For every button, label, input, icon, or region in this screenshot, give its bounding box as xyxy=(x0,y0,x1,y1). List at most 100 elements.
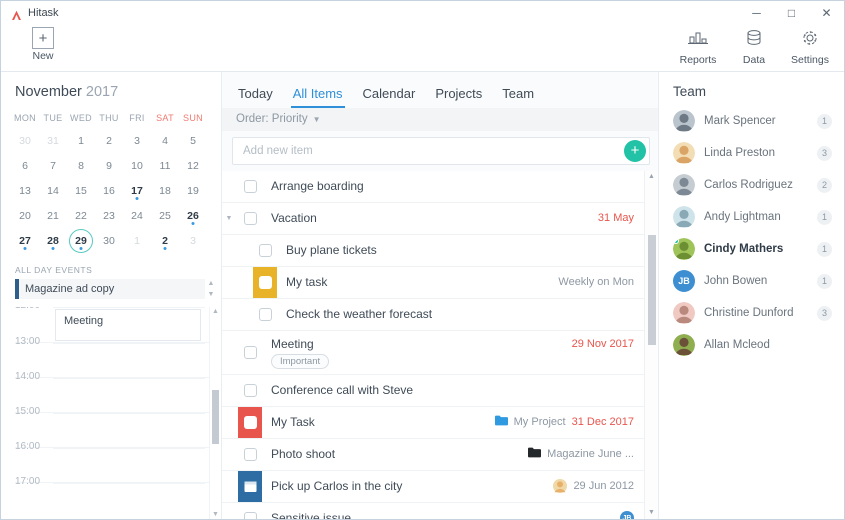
minimize-button[interactable]: ─ xyxy=(739,1,774,25)
list-item[interactable]: Christine Dunford 3 xyxy=(659,297,844,329)
table-row[interactable]: ▼ Vacation 31 May xyxy=(222,203,644,235)
checkbox-icon[interactable] xyxy=(243,511,257,519)
task-checkbox[interactable] xyxy=(238,375,262,406)
calendar-day-23[interactable]: 23 xyxy=(95,203,123,228)
table-row[interactable]: Meeting 29 Nov 2017 Important xyxy=(222,331,644,375)
calendar-day-26[interactable]: 26 xyxy=(179,203,207,228)
hour-row-1500[interactable]: 15:00 xyxy=(15,406,209,447)
list-item[interactable]: Linda Preston 3 xyxy=(659,137,844,169)
calendar-day-27[interactable]: 27 xyxy=(11,228,39,253)
task-checkbox[interactable] xyxy=(238,470,262,502)
checkbox-icon[interactable] xyxy=(258,243,272,257)
task-project-name[interactable]: Magazine June ... xyxy=(547,448,634,460)
table-row[interactable]: My task Weekly on Mon xyxy=(222,266,644,299)
all-day-scrollbar[interactable]: ▲ ▼ xyxy=(205,279,217,299)
scrollbar-track[interactable] xyxy=(212,316,219,510)
calendar-day-9[interactable]: 9 xyxy=(95,153,123,178)
calendar-day-10[interactable]: 10 xyxy=(123,153,151,178)
maximize-button[interactable]: □ xyxy=(774,1,809,25)
calendar-day-31[interactable]: 31 xyxy=(39,128,67,153)
calendar-day-18[interactable]: 18 xyxy=(151,178,179,203)
calendar-day-28[interactable]: 28 xyxy=(39,228,67,253)
calendar-day-16[interactable]: 16 xyxy=(95,178,123,203)
close-button[interactable]: ✕ xyxy=(809,1,844,25)
status-badge[interactable]: Important xyxy=(271,353,330,369)
calendar-day-11[interactable]: 11 xyxy=(151,153,179,178)
scroll-up-icon[interactable]: ▲ xyxy=(212,307,219,316)
scrollbar-track[interactable] xyxy=(647,183,656,507)
calendar-day-13[interactable]: 13 xyxy=(11,178,39,203)
task-assignee-avatar[interactable]: JB xyxy=(620,511,634,519)
checkbox-icon[interactable] xyxy=(243,345,257,359)
hour-row-1700[interactable]: 17:00 xyxy=(15,476,209,517)
calendar-day-4[interactable]: 4 xyxy=(151,128,179,153)
scroll-up-icon[interactable]: ▲ xyxy=(648,173,655,181)
calendar-day-17[interactable]: 17 xyxy=(123,178,151,203)
table-row[interactable]: Check the weather forecast xyxy=(222,299,644,331)
task-checkbox[interactable] xyxy=(238,406,262,438)
calendar-day-22[interactable]: 22 xyxy=(67,203,95,228)
calendar-day-20[interactable]: 20 xyxy=(11,203,39,228)
tab-calendar[interactable]: Calendar xyxy=(353,86,426,108)
scroll-down-icon[interactable]: ▼ xyxy=(208,290,215,299)
tab-all-items[interactable]: All Items xyxy=(283,86,353,108)
table-row[interactable]: Photo shoot Magazine June ... xyxy=(222,439,644,471)
scroll-down-icon[interactable]: ▼ xyxy=(648,509,655,517)
table-row[interactable]: Conference call with Steve xyxy=(222,375,644,407)
task-checkbox[interactable] xyxy=(253,266,277,298)
calendar-day-14[interactable]: 14 xyxy=(39,178,67,203)
all-day-event[interactable]: Magazine ad copy xyxy=(15,279,205,299)
table-row[interactable]: Buy plane tickets xyxy=(222,235,644,267)
scroll-down-icon[interactable]: ▼ xyxy=(212,510,219,519)
tab-projects[interactable]: Projects xyxy=(425,86,492,108)
list-item[interactable]: Allan Mcleod xyxy=(659,329,844,361)
checkbox-icon[interactable] xyxy=(243,415,257,429)
calendar-day-2[interactable]: 2 xyxy=(95,128,123,153)
chevron-down-icon[interactable]: ▼ xyxy=(222,215,236,222)
task-checkbox[interactable] xyxy=(238,503,262,519)
calendar-day-1[interactable]: 1 xyxy=(123,228,151,253)
reports-button[interactable]: Reports xyxy=(670,26,726,66)
scroll-up-icon[interactable]: ▲ xyxy=(208,279,215,288)
list-item[interactable]: Andy Lightman 1 xyxy=(659,201,844,233)
calendar-day-21[interactable]: 21 xyxy=(39,203,67,228)
task-checkbox[interactable] xyxy=(238,337,262,368)
checkbox-icon[interactable] xyxy=(243,383,257,397)
calendar-day-25[interactable]: 25 xyxy=(151,203,179,228)
order-dropdown[interactable]: Order: Priority ▼ xyxy=(222,108,658,131)
checkbox-icon[interactable] xyxy=(258,307,272,321)
table-row[interactable]: Sensitive issue JB xyxy=(222,503,644,519)
scrollbar-thumb[interactable] xyxy=(212,389,219,445)
calendar-day-24[interactable]: 24 xyxy=(123,203,151,228)
calendar-day-3[interactable]: 3 xyxy=(179,228,207,253)
checkbox-icon[interactable] xyxy=(243,447,257,461)
task-checkbox[interactable] xyxy=(238,171,262,202)
timed-event-meeting[interactable]: Meeting xyxy=(55,309,201,341)
table-row[interactable]: My Task My Project 31 Dec 2017 xyxy=(222,406,644,439)
task-checkbox[interactable] xyxy=(253,235,277,266)
list-item[interactable]: Carlos Rodriguez 2 xyxy=(659,169,844,201)
task-project-name[interactable]: My Project xyxy=(514,416,566,428)
scrollbar-thumb[interactable] xyxy=(647,234,656,345)
calendar-day-30[interactable]: 30 xyxy=(95,228,123,253)
calendar-day-8[interactable]: 8 xyxy=(67,153,95,178)
add-item-button[interactable]: + xyxy=(624,139,646,162)
calendar-day-1[interactable]: 1 xyxy=(67,128,95,153)
task-checkbox[interactable] xyxy=(238,439,262,470)
new-button[interactable]: + New xyxy=(15,25,71,62)
list-item[interactable]: JB John Bowen 1 xyxy=(659,265,844,297)
table-row[interactable]: Arrange boarding xyxy=(222,171,644,203)
calendar-day-15[interactable]: 15 xyxy=(67,178,95,203)
task-checkbox[interactable] xyxy=(253,299,277,330)
list-item[interactable]: Cindy Mathers 1 xyxy=(659,233,844,265)
task-list-scrollbar[interactable]: ▲ ▼ xyxy=(644,170,658,519)
task-checkbox[interactable] xyxy=(238,203,262,234)
checkbox-icon[interactable] xyxy=(243,211,257,225)
tab-team[interactable]: Team xyxy=(492,86,544,108)
calendar-day-2[interactable]: 2 xyxy=(151,228,179,253)
table-row[interactable]: Pick up Carlos in the city 29 Jun 2012 xyxy=(222,470,644,503)
data-button[interactable]: Data xyxy=(726,26,782,66)
calendar-day-12[interactable]: 12 xyxy=(179,153,207,178)
calendar-day-3[interactable]: 3 xyxy=(123,128,151,153)
calendar-day-7[interactable]: 7 xyxy=(39,153,67,178)
